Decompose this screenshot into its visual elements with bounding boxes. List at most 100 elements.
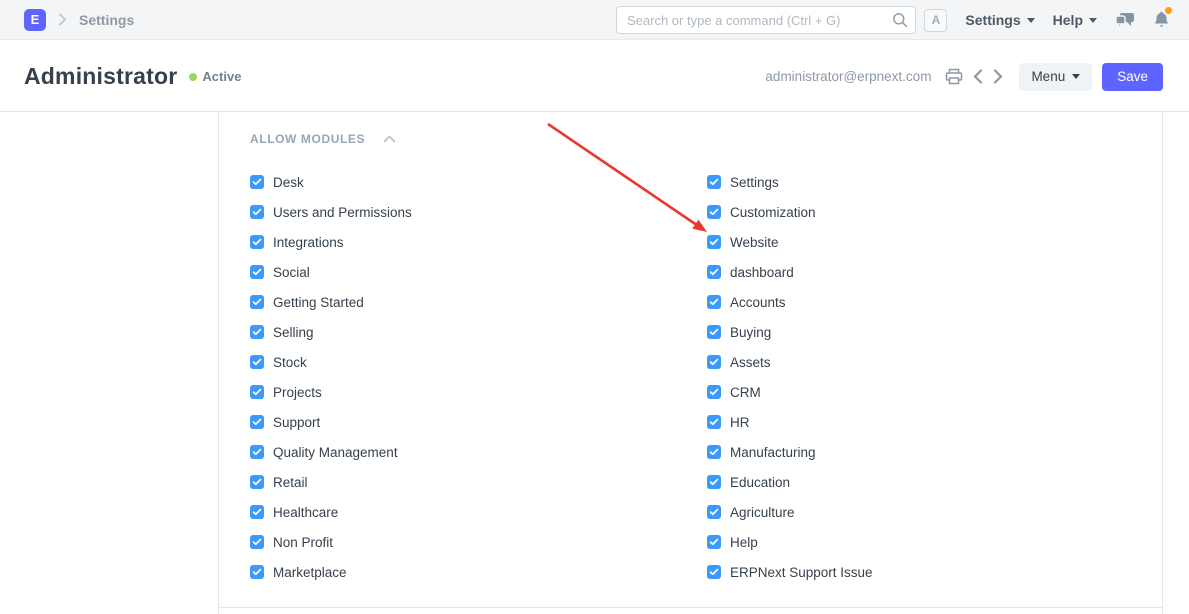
module-label: dashboard <box>730 265 794 280</box>
settings-dropdown[interactable]: Settings <box>965 12 1034 28</box>
module-checkbox[interactable] <box>707 175 721 189</box>
module-checkbox-row[interactable]: Healthcare <box>250 497 707 527</box>
chat-icon[interactable] <box>1115 12 1135 29</box>
chevron-up-icon <box>383 130 396 148</box>
section-allow-modules-head[interactable]: ALLOW MODULES <box>250 130 396 148</box>
module-label: Integrations <box>273 235 344 250</box>
module-checkbox-row[interactable]: Manufacturing <box>707 437 1142 467</box>
module-checkbox-row[interactable]: Projects <box>250 377 707 407</box>
status-label: Active <box>202 69 241 84</box>
module-checkbox[interactable] <box>250 445 264 459</box>
avatar[interactable]: A <box>924 9 947 32</box>
module-checkbox-row[interactable]: dashboard <box>707 257 1142 287</box>
menu-button[interactable]: Menu <box>1019 63 1092 91</box>
bell-icon[interactable] <box>1153 11 1170 29</box>
module-checkbox-row[interactable]: CRM <box>707 377 1142 407</box>
page-title: Administrator <box>24 63 177 90</box>
help-dropdown[interactable]: Help <box>1053 12 1097 28</box>
app-logo[interactable]: E <box>24 9 46 31</box>
module-checkbox-row[interactable]: Agriculture <box>707 497 1142 527</box>
module-checkbox-row[interactable]: Marketplace <box>250 557 707 587</box>
module-checkbox[interactable] <box>707 535 721 549</box>
prev-button[interactable] <box>973 69 983 84</box>
status-badge: Active <box>189 69 241 84</box>
caret-down-icon <box>1072 74 1080 79</box>
module-checkbox-row[interactable]: Support <box>250 407 707 437</box>
module-checkbox[interactable] <box>250 475 264 489</box>
module-checkbox-row[interactable]: Integrations <box>250 227 707 257</box>
module-label: Projects <box>273 385 322 400</box>
module-checkbox-row[interactable]: Stock <box>250 347 707 377</box>
module-checkbox-row[interactable]: Social <box>250 257 707 287</box>
chevron-right-icon <box>58 13 67 26</box>
module-checkbox[interactable] <box>707 445 721 459</box>
module-checkbox-row[interactable]: Retail <box>250 467 707 497</box>
next-button[interactable] <box>993 69 1003 84</box>
print-icon[interactable] <box>945 68 963 85</box>
module-label: Help <box>730 535 758 550</box>
module-checkbox-row[interactable]: Users and Permissions <box>250 197 707 227</box>
module-checkbox[interactable] <box>707 325 721 339</box>
module-checkbox-row[interactable]: Buying <box>707 317 1142 347</box>
module-checkbox[interactable] <box>707 235 721 249</box>
module-checkbox[interactable] <box>250 325 264 339</box>
module-checkbox[interactable] <box>250 235 264 249</box>
module-checkbox[interactable] <box>707 505 721 519</box>
module-checkbox[interactable] <box>707 205 721 219</box>
module-checkbox[interactable] <box>707 415 721 429</box>
module-label: Education <box>730 475 790 490</box>
module-checkbox-row[interactable]: Getting Started <box>250 287 707 317</box>
module-checkbox[interactable] <box>250 505 264 519</box>
module-checkbox-row[interactable]: Non Profit <box>250 527 707 557</box>
module-checkbox[interactable] <box>250 355 264 369</box>
module-label: Customization <box>730 205 816 220</box>
navbar-actions: A Settings Help <box>924 0 1170 40</box>
module-checkbox[interactable] <box>250 385 264 399</box>
help-dropdown-label: Help <box>1053 12 1083 28</box>
modules-column-right: Settings Customization Website dashboard Acc… <box>707 167 1142 587</box>
search-icon[interactable] <box>892 12 908 33</box>
module-checkbox[interactable] <box>707 565 721 579</box>
module-checkbox[interactable] <box>250 265 264 279</box>
module-checkbox-row[interactable]: Assets <box>707 347 1142 377</box>
save-button[interactable]: Save <box>1102 63 1163 91</box>
module-label: CRM <box>730 385 761 400</box>
module-label: Support <box>273 415 320 430</box>
module-checkbox[interactable] <box>250 415 264 429</box>
module-checkbox-row[interactable]: Website <box>707 227 1142 257</box>
caret-down-icon <box>1089 18 1097 23</box>
page-actions: administrator@erpnext.com Menu Save <box>765 41 1163 112</box>
module-checkbox-row[interactable]: Desk <box>250 167 707 197</box>
module-checkbox[interactable] <box>707 355 721 369</box>
module-label: Assets <box>730 355 771 370</box>
module-checkbox-row[interactable]: Customization <box>707 197 1142 227</box>
module-checkbox-row[interactable]: Selling <box>250 317 707 347</box>
modules-grid: Desk Users and Permissions Integrations Soc… <box>250 167 1142 587</box>
module-checkbox-row[interactable]: Quality Management <box>250 437 707 467</box>
module-checkbox[interactable] <box>250 535 264 549</box>
module-checkbox[interactable] <box>250 295 264 309</box>
module-checkbox[interactable] <box>250 175 264 189</box>
module-checkbox[interactable] <box>707 475 721 489</box>
module-label: Desk <box>273 175 304 190</box>
module-checkbox-row[interactable]: Accounts <box>707 287 1142 317</box>
breadcrumb[interactable]: Settings <box>79 12 134 28</box>
search-input[interactable] <box>616 6 916 34</box>
module-checkbox[interactable] <box>707 385 721 399</box>
module-label: Selling <box>273 325 314 340</box>
navbar: E Settings A Settings Help <box>0 0 1189 40</box>
module-checkbox[interactable] <box>250 205 264 219</box>
module-checkbox-row[interactable]: ERPNext Support Issue <box>707 557 1142 587</box>
module-checkbox[interactable] <box>707 295 721 309</box>
navbar-breadcrumb-area: E Settings <box>24 9 134 31</box>
module-checkbox-row[interactable]: Settings <box>707 167 1142 197</box>
module-label: Retail <box>273 475 308 490</box>
module-checkbox[interactable] <box>707 265 721 279</box>
module-label: Website <box>730 235 779 250</box>
module-checkbox-row[interactable]: HR <box>707 407 1142 437</box>
section-title: ALLOW MODULES <box>250 132 365 146</box>
module-label: Agriculture <box>730 505 795 520</box>
module-checkbox-row[interactable]: Help <box>707 527 1142 557</box>
module-checkbox-row[interactable]: Education <box>707 467 1142 497</box>
module-checkbox[interactable] <box>250 565 264 579</box>
